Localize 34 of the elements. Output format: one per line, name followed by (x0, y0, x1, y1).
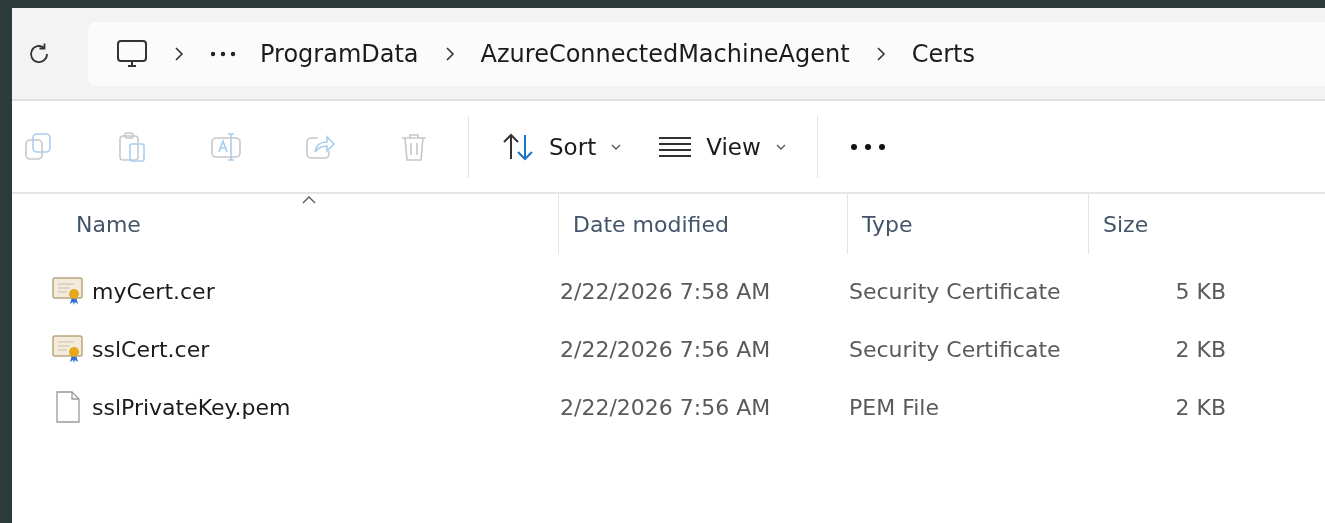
column-header[interactable]: Date modified (558, 194, 847, 254)
file-type: Security Certificate (849, 278, 1061, 304)
file-size: 5 KB (1175, 278, 1226, 304)
file-name[interactable]: sslPrivateKey.pem (92, 394, 291, 420)
more-icon[interactable] (210, 50, 236, 57)
file-type: Security Certificate (849, 336, 1061, 362)
file-size: 2 KB (1175, 394, 1226, 420)
file-name[interactable]: sslCert.cer (92, 336, 210, 362)
file-type: PEM File (849, 394, 939, 420)
sort-arrows-icon (501, 131, 535, 162)
date-modified: 2/22/2026 7:56 AM (560, 394, 771, 420)
file-name[interactable]: myCert.cer (92, 278, 215, 304)
chevron-icon (444, 45, 455, 62)
more-icon[interactable] (849, 142, 886, 151)
breadcrumb-item[interactable]: ProgramData (260, 39, 419, 68)
certificate-icon (52, 276, 84, 306)
caret-icon (610, 142, 623, 151)
column-header[interactable]: Type (847, 194, 1088, 254)
address-bar[interactable]: ProgramData AzureConnectedMachineAgent Certs (88, 21, 1325, 86)
file-size: 2 KB (1175, 336, 1226, 362)
breadcrumb-item[interactable]: AzureConnectedMachineAgent (480, 39, 850, 68)
column-header[interactable]: Name (60, 194, 558, 254)
sort-button[interactable]: Sort (501, 131, 623, 162)
computer-icon[interactable] (116, 38, 148, 69)
column-header[interactable]: Size (1088, 194, 1248, 254)
certificate-icon (52, 334, 84, 364)
date-modified: 2/22/2026 7:56 AM (560, 336, 771, 362)
caret-icon (774, 142, 787, 151)
breadcrumb-item[interactable]: Certs (911, 39, 975, 68)
list-lines-icon (658, 135, 693, 158)
chevron-icon (174, 45, 184, 62)
date-modified: 2/22/2026 7:58 AM (560, 278, 771, 304)
chevron-icon (875, 45, 886, 62)
view-button[interactable]: View (658, 133, 787, 160)
